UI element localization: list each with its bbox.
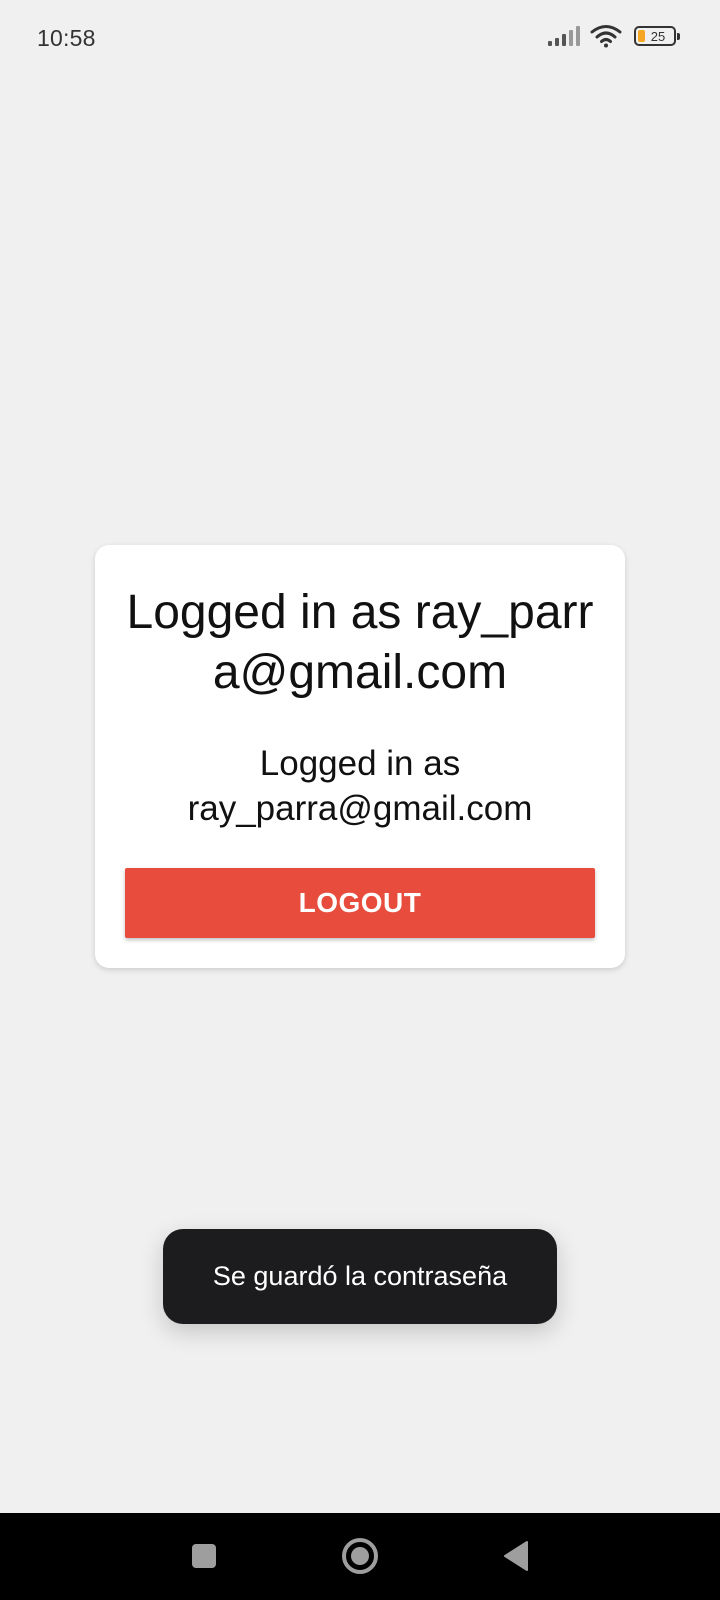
recent-apps-button[interactable] (182, 1534, 226, 1578)
battery-fill (638, 30, 645, 42)
card-subtitle: Logged in as ray_parra@gmail.com (187, 744, 533, 828)
navigation-bar (0, 1513, 720, 1600)
login-status-card: Logged in as ray_parra@gmail.com Logged … (95, 545, 625, 968)
status-bar: 10:58 25 (0, 0, 720, 78)
card-title: Logged in as ray_parra@gmail.com (126, 586, 594, 699)
toast-message: Se guardó la contraseña (212, 1261, 508, 1291)
status-icons: 25 (548, 24, 680, 48)
back-button[interactable] (494, 1534, 538, 1578)
back-icon (502, 1540, 530, 1572)
logout-button[interactable]: LOGOUT (125, 868, 595, 938)
wifi-icon (590, 24, 622, 48)
battery-icon: 25 (634, 26, 680, 46)
toast: Se guardó la contraseña (163, 1229, 557, 1324)
screen: 10:58 25 Logged in as ray_parra@gmail.co… (0, 0, 720, 1600)
home-icon (341, 1537, 379, 1575)
battery-level: 25 (650, 28, 666, 44)
signal-icon (548, 25, 582, 47)
status-time: 10:58 (37, 25, 96, 51)
recent-apps-icon (190, 1542, 218, 1570)
home-button[interactable] (338, 1534, 382, 1578)
